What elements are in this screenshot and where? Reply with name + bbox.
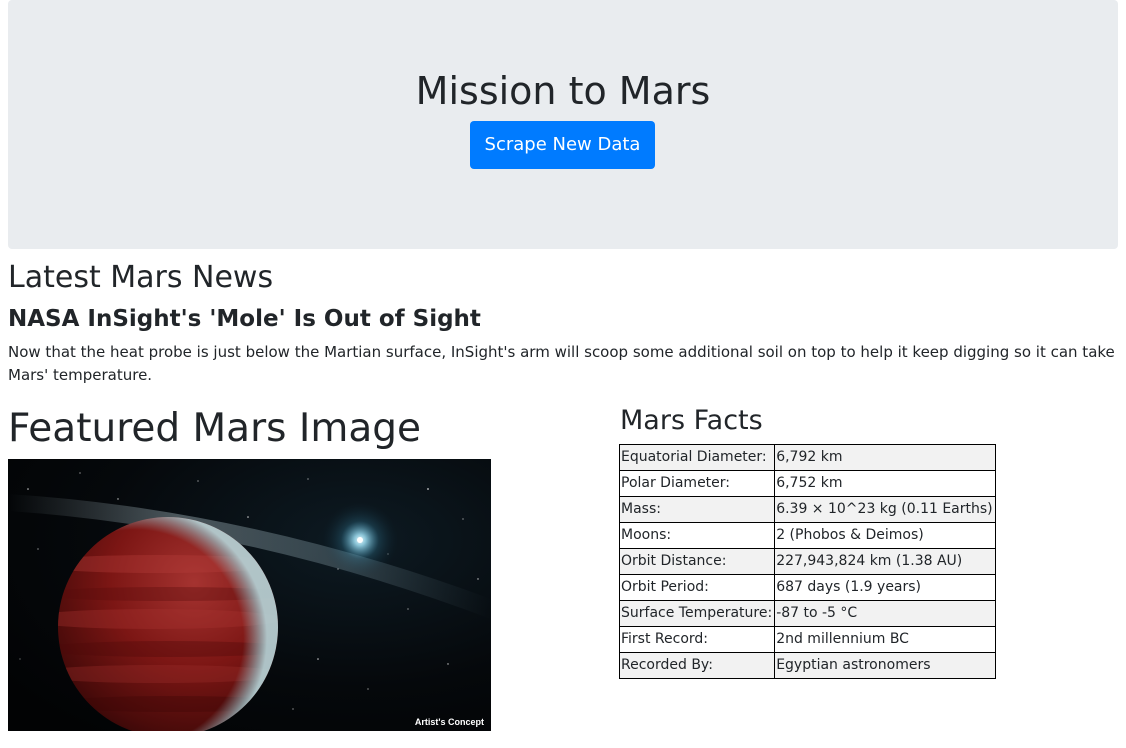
table-row: Orbit Distance: 227,943,824 km (1.38 AU)	[618, 548, 996, 575]
fact-value: 687 days (1.9 years)	[774, 574, 996, 601]
news-paragraph: Now that the heat probe is just below th…	[8, 343, 1115, 384]
image-caption: Artist's Concept	[415, 717, 484, 727]
fact-label: Equatorial Diameter:	[618, 444, 776, 471]
scrape-new-data-button[interactable]: Scrape New Data	[470, 121, 655, 169]
fact-label: Orbit Period:	[618, 574, 776, 601]
table-row: Equatorial Diameter: 6,792 km	[618, 444, 996, 471]
news-title: NASA InSight's 'Mole' Is Out of Sight	[8, 306, 481, 332]
fact-value: 6.39 × 10^23 kg (0.11 Earths)	[774, 496, 996, 523]
latest-news-heading: Latest Mars News	[8, 260, 274, 295]
table-row: Surface Temperature: -87 to -5 °C	[618, 600, 996, 627]
table-row: Recorded By: Egyptian astronomers	[618, 652, 996, 679]
mars-facts-heading: Mars Facts	[620, 405, 763, 436]
fact-label: Moons:	[618, 522, 776, 549]
fact-label: Orbit Distance:	[618, 548, 776, 575]
fact-value: 6,752 km	[774, 470, 996, 497]
fact-value: 2 (Phobos & Deimos)	[774, 522, 996, 549]
featured-mars-image: Artist's Concept	[8, 459, 491, 731]
table-row: Orbit Period: 687 days (1.9 years)	[618, 574, 996, 601]
fact-label: Polar Diameter:	[618, 470, 776, 497]
featured-image-heading: Featured Mars Image	[8, 406, 421, 451]
page-title: Mission to Mars	[415, 69, 711, 113]
fact-value: -87 to -5 °C	[774, 600, 996, 627]
table-row: Polar Diameter: 6,752 km	[618, 470, 996, 497]
table-row: Moons: 2 (Phobos & Deimos)	[618, 522, 996, 549]
fact-value: 6,792 km	[774, 444, 996, 471]
table-row: First Record: 2nd millennium BC	[618, 626, 996, 653]
fact-label: First Record:	[618, 626, 776, 653]
fact-value: Egyptian astronomers	[774, 652, 996, 679]
fact-value: 2nd millennium BC	[774, 626, 996, 653]
fact-label: Mass:	[618, 496, 776, 523]
table-row: Mass: 6.39 × 10^23 kg (0.11 Earths)	[618, 496, 996, 523]
fact-label: Recorded By:	[618, 652, 776, 679]
header-jumbotron: Mission to Mars Scrape New Data	[8, 0, 1118, 249]
fact-value: 227,943,824 km (1.38 AU)	[774, 548, 996, 575]
fact-label: Surface Temperature:	[618, 600, 776, 627]
mars-facts-table: Equatorial Diameter: 6,792 km Polar Diam…	[618, 444, 996, 679]
